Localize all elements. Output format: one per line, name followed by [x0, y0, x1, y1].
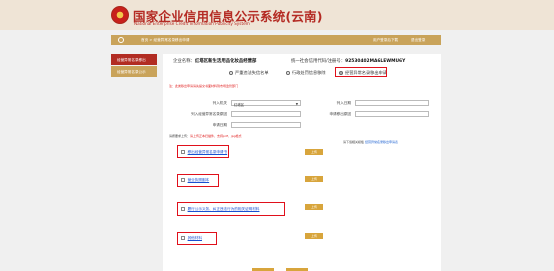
- site-banner: 国家企业信用信息公示系统(云南) National Enterprise Cre…: [0, 0, 554, 30]
- site-subtitle: National Enterprise Credit Information P…: [134, 21, 250, 26]
- highlight-box: [177, 174, 219, 187]
- reason-input[interactable]: [231, 111, 301, 117]
- notice-text: 注：此类移出申请请先提交书面材料到市场监管部门: [169, 84, 239, 88]
- main-panel: 企业名称：红塔区新生活用品化妆品经营部 统一社会信用代码/注册号：9253040…: [163, 54, 441, 271]
- radio-label: 行政处罚信息移除: [292, 70, 326, 75]
- sidebar: 经营异常名录移出 经营异常名录公示: [111, 54, 157, 78]
- sidebar-item-remove[interactable]: 经营异常名录移出: [111, 54, 157, 65]
- authority-value: 红塔区: [234, 102, 245, 107]
- date-label: 列入日期: [336, 101, 351, 105]
- breadcrumb[interactable]: 首页 > 经营异常名录移出申请: [141, 38, 189, 43]
- upload-button[interactable]: 上传: [305, 204, 323, 210]
- upload-button[interactable]: 上传: [305, 233, 323, 239]
- enterprise-code-label: 统一社会信用代码/注册号：: [291, 59, 346, 64]
- highlight-box: [177, 145, 229, 158]
- enterprise-name-label: 企业名称：: [173, 59, 195, 64]
- template-hint: 请下载相关模板 经营异常名录移出申请表: [343, 140, 398, 144]
- upload-button[interactable]: 上传: [305, 176, 323, 182]
- sidebar-item-publicity[interactable]: 经营异常名录公示: [111, 66, 157, 77]
- enterprise-code: 92530402MA6LEWMU6Y: [345, 59, 406, 64]
- apply-date-label: 申请日期: [212, 123, 227, 127]
- highlight-box: [177, 202, 285, 216]
- enterprise-name-row: 企业名称：红塔区新生活用品化妆品经营部: [173, 58, 256, 64]
- enterprise-code-row: 统一社会信用代码/注册号：92530402MA6LEWMU6Y: [291, 58, 405, 64]
- date-input[interactable]: [355, 100, 429, 106]
- highlight-box: [335, 67, 387, 77]
- logout-link[interactable]: 退出登录: [411, 38, 425, 43]
- radio-button[interactable]: [229, 71, 233, 75]
- home-icon[interactable]: [118, 37, 124, 43]
- chevron-down-icon: ▼: [295, 102, 298, 106]
- radio-option-serious[interactable]: 严重违法失信名单: [229, 70, 269, 76]
- radio-button[interactable]: [286, 71, 290, 75]
- radio-option-penalty[interactable]: 行政处罚信息移除: [286, 70, 326, 76]
- login-link[interactable]: 用户登录后下载: [373, 38, 398, 43]
- highlight-box: [177, 232, 217, 245]
- apply-date-input[interactable]: [231, 122, 301, 128]
- remove-reason-input[interactable]: [355, 111, 429, 117]
- national-emblem-icon: [111, 6, 129, 24]
- template-hint-text: 请下载相关模板: [343, 140, 365, 144]
- nav-bar: 首页 > 经营异常名录移出申请 用户登录后下载 退出登录: [111, 35, 441, 45]
- authority-label: 列入机关: [212, 101, 227, 105]
- upload-hint-warning: 请上传正本扫描件，支持pdf、jpg格式: [190, 134, 242, 138]
- authority-select[interactable]: 红塔区 ▼: [231, 100, 301, 107]
- upload-hint-prefix: 请按要求上传：: [169, 134, 191, 138]
- template-download-link[interactable]: 经营异常名录移出申请表: [365, 140, 398, 144]
- remove-reason-label: 申请移出原因: [329, 112, 351, 116]
- reason-label: 列入经营异常名录原因: [191, 112, 227, 116]
- enterprise-name: 红塔区新生活用品化妆品经营部: [194, 59, 257, 64]
- upload-button[interactable]: 上传: [305, 149, 323, 155]
- upload-hint: 请按要求上传：请上传正本扫描件，支持pdf、jpg格式: [169, 134, 242, 138]
- radio-label: 严重违法失信名单: [235, 70, 269, 75]
